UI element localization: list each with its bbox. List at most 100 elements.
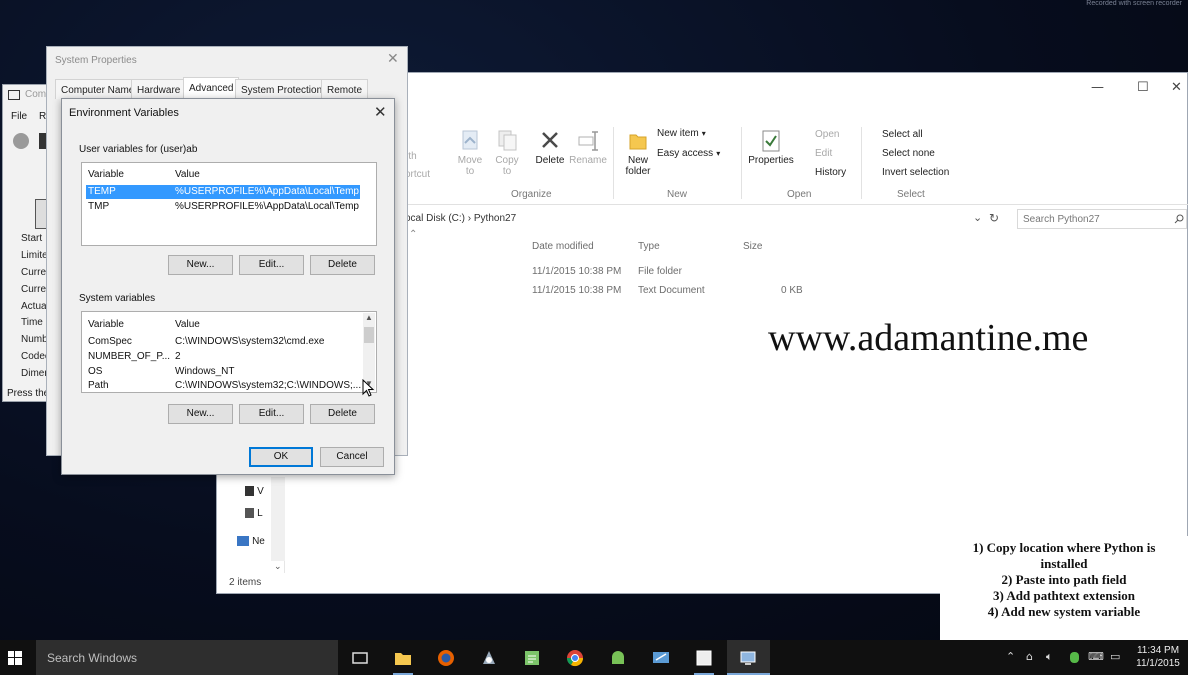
nav-item[interactable]: L [245, 507, 263, 519]
drive-icon [245, 486, 254, 497]
file-row[interactable]: 11/1/2015 10:38 PM File folder [517, 265, 817, 281]
nav-item[interactable]: V [245, 485, 264, 497]
system-variables-list[interactable]: Variable Value ComSpec C:\WINDOWS\system… [81, 311, 377, 393]
scroll-down-icon[interactable]: ⌄ [274, 561, 282, 572]
column-variable: Variable [88, 319, 124, 330]
system-variable-row[interactable]: Path C:\WINDOWS\system32;C:\WINDOWS;... [86, 379, 361, 392]
select-none-button[interactable]: Select none [882, 148, 935, 159]
file-explorer-icon[interactable] [393, 648, 413, 668]
app-icon[interactable] [479, 648, 499, 668]
chevron-down-icon: ▾ [716, 149, 721, 158]
chevron-down-icon: ▾ [701, 129, 706, 138]
user-variable-row[interactable]: TEMP %USERPROFILE%\AppData\Local\Temp [86, 185, 360, 199]
site-watermark: www.adamantine.me [768, 317, 1089, 359]
status-item-count: 2 items [229, 577, 262, 588]
collapse-chevron-icon[interactable]: ⌃ [409, 229, 417, 240]
window-app-icon[interactable] [694, 648, 714, 668]
system-edit-button[interactable]: Edit... [239, 404, 304, 424]
android-tray-icon[interactable] [1070, 652, 1079, 663]
volume-icon[interactable]: 🔈︎ [1046, 650, 1053, 664]
system-new-button[interactable]: New... [168, 404, 233, 424]
android-icon[interactable] [608, 648, 628, 668]
tab-system-protection[interactable]: System Protection [235, 79, 329, 99]
user-variables-label: User variables for (user)ab [79, 144, 198, 155]
chevron-down-icon[interactable]: ⌄ [973, 211, 982, 224]
notification-icon[interactable]: ▭ [1110, 650, 1120, 663]
system-variable-row[interactable]: NUMBER_OF_P... 2 [86, 350, 360, 364]
history-button[interactable]: History [815, 167, 846, 178]
local-disk-icon [245, 508, 254, 519]
user-variables-list[interactable]: Variable Value TEMP %USERPROFILE%\AppDat… [81, 162, 377, 246]
keyboard-icon[interactable]: ⌨ [1088, 650, 1104, 663]
taskbar-clock[interactable]: 11:34 PM 11/1/2015 [1130, 644, 1186, 670]
edit-button[interactable]: Edit [815, 148, 832, 159]
ribbon-group-new: New [667, 189, 688, 200]
network-icon[interactable]: ⌂ [1026, 650, 1033, 663]
column-variable: Variable [88, 169, 124, 180]
taskbar-search-input[interactable]: Search Windows [36, 640, 338, 675]
rename-button[interactable]: Rename [569, 129, 607, 166]
active-task-highlight[interactable] [727, 640, 770, 675]
move-to-button[interactable]: Move to [453, 129, 487, 177]
tab-hardware[interactable]: Hardware [131, 79, 187, 99]
close-button[interactable]: ✕ [1171, 80, 1182, 95]
ok-button[interactable]: OK [249, 447, 313, 467]
select-all-button[interactable]: Select all [882, 129, 923, 140]
clipboard-partial-label: ortcut [405, 169, 431, 180]
record-button-icon[interactable] [13, 133, 29, 149]
properties-check-icon [762, 130, 780, 152]
network-icon [237, 536, 249, 547]
ribbon-group-select: Select [897, 189, 925, 200]
easy-access-button[interactable]: Easy access ▾ [657, 147, 720, 159]
taskbar: Search Windows ⌃ ⌂ 🔈︎ ⌨ ▭ 11:34 PM 11/1/… [0, 640, 1188, 675]
column-date-modified[interactable]: Date modified [532, 241, 594, 252]
recorder-watermark: Recorded with screen recorder [1086, 0, 1182, 7]
system-variable-row[interactable]: OS Windows_NT [86, 365, 360, 379]
clock-time: 11:34 PM [1136, 645, 1180, 656]
step-line: 2) Paste into path field [1001, 572, 1127, 587]
instruction-steps: 1) Copy location where Python is install… [940, 536, 1188, 640]
file-row[interactable]: 11/1/2015 10:38 PM Text Document 0 KB [517, 284, 817, 300]
refresh-icon[interactable]: ↻ [989, 211, 999, 225]
step-line: 4) Add new system variable [987, 604, 1141, 619]
system-variables-label: System variables [79, 293, 156, 304]
task-view-icon[interactable] [350, 648, 370, 668]
search-input[interactable]: Search Python27 [1017, 209, 1187, 229]
windows-start-icon[interactable] [8, 651, 22, 665]
column-value: Value [175, 169, 200, 180]
tab-remote[interactable]: Remote [321, 79, 369, 99]
tab-advanced[interactable]: Advanced [183, 77, 240, 99]
user-edit-button[interactable]: Edit... [239, 255, 304, 275]
scroll-up-icon[interactable]: ▲ [365, 313, 373, 322]
delete-button[interactable]: Delete [533, 129, 567, 166]
tab-computer-name[interactable]: Computer Name [55, 79, 141, 99]
close-icon[interactable]: ✕ [387, 51, 399, 67]
maximize-button[interactable]: ☐ [1137, 80, 1149, 95]
chevron-up-icon[interactable]: ⌃ [1006, 650, 1015, 663]
cancel-button[interactable]: Cancel [320, 447, 384, 467]
nav-item-network[interactable]: Ne [237, 535, 265, 547]
remote-desktop-icon[interactable] [651, 648, 671, 668]
scrollbar-thumb[interactable] [364, 327, 374, 343]
close-icon[interactable]: ✕ [374, 103, 387, 121]
system-variable-row[interactable]: ComSpec C:\WINDOWS\system32\cmd.exe [86, 335, 360, 349]
minimize-button[interactable]: — [1091, 80, 1104, 95]
nav-scrollbar[interactable] [271, 477, 285, 561]
user-variable-row[interactable]: TMP %USERPROFILE%\AppData\Local\Temp [86, 200, 360, 214]
copy-to-button[interactable]: Copy to [490, 129, 524, 177]
open-button[interactable]: Open [815, 129, 839, 140]
system-delete-button[interactable]: Delete [310, 404, 375, 424]
properties-button[interactable]: Properties [747, 129, 795, 166]
new-folder-button[interactable]: New folder [619, 129, 657, 177]
column-size[interactable]: Size [743, 241, 762, 252]
new-item-button[interactable]: New item ▾ [657, 127, 706, 139]
ribbon-group-organize: Organize [511, 189, 552, 200]
chrome-icon[interactable] [565, 648, 585, 668]
notepad-plus-icon[interactable] [522, 648, 542, 668]
invert-selection-button[interactable]: Invert selection [882, 167, 949, 178]
user-delete-button[interactable]: Delete [310, 255, 375, 275]
menu-file[interactable]: File [11, 111, 27, 122]
column-type[interactable]: Type [638, 241, 660, 252]
firefox-icon[interactable] [436, 648, 456, 668]
user-new-button[interactable]: New... [168, 255, 233, 275]
